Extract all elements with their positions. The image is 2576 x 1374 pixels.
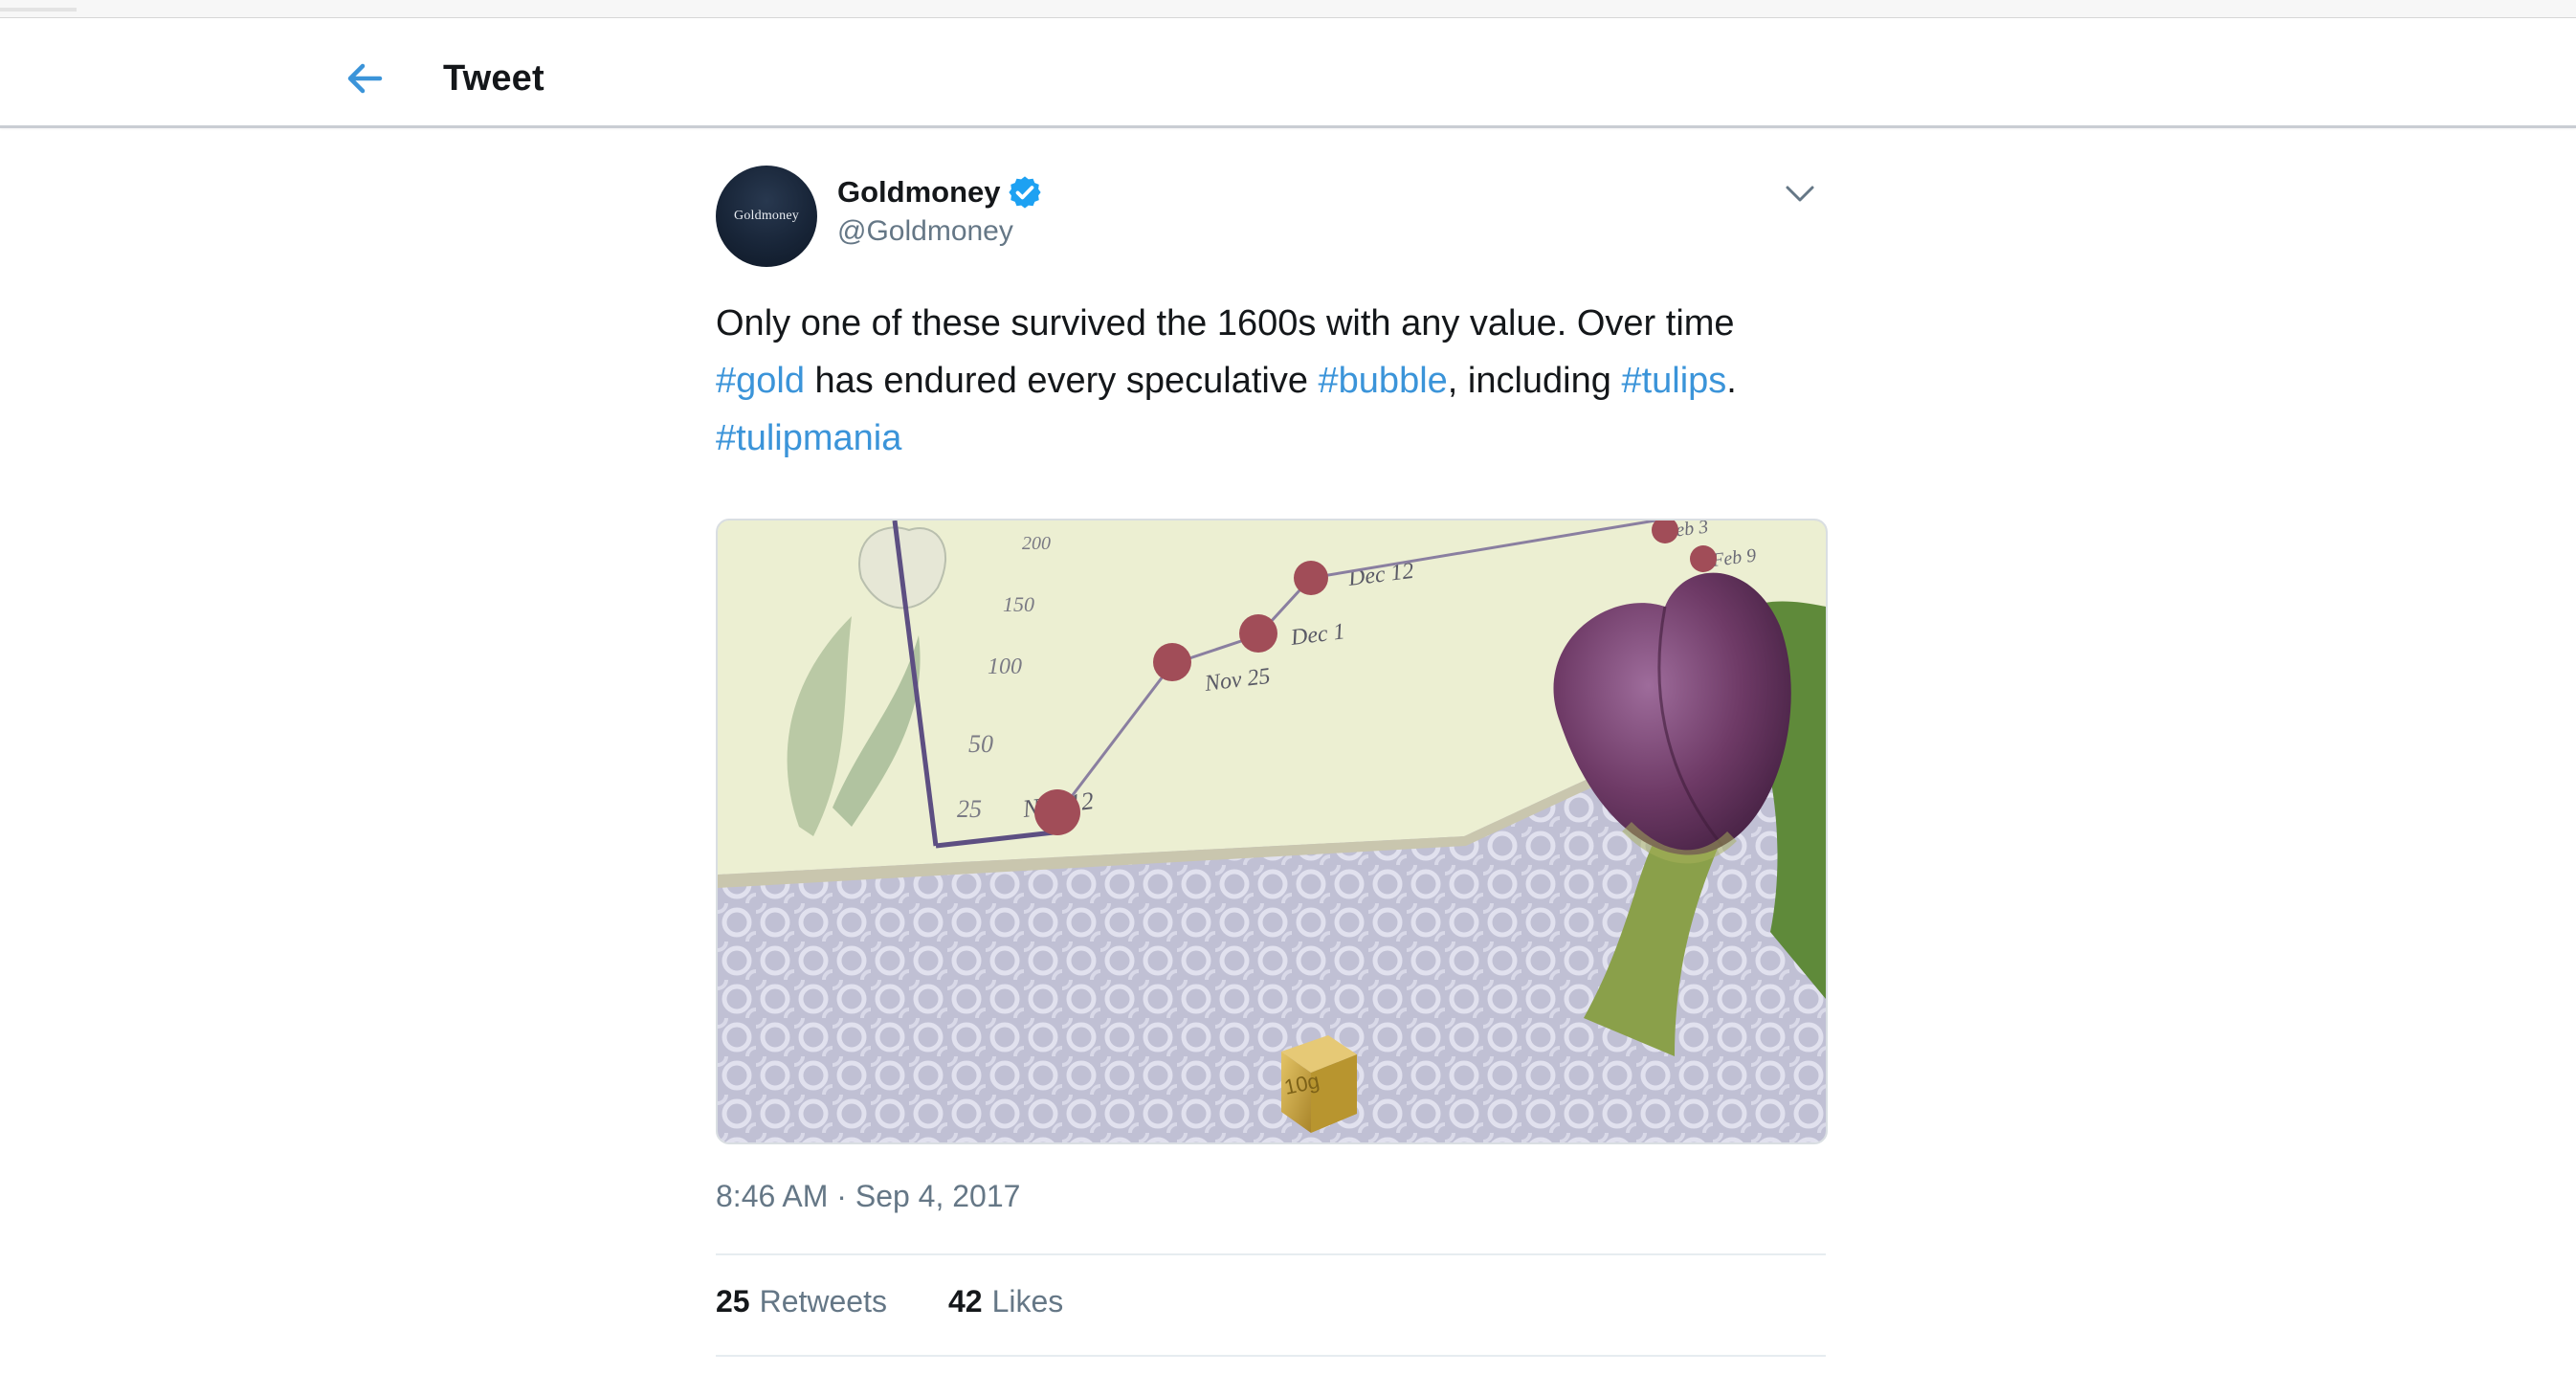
photo-axis-150: 150	[1003, 592, 1034, 616]
avatar[interactable]: Goldmoney	[716, 166, 817, 267]
author-display-name[interactable]: Goldmoney	[837, 175, 1001, 210]
tweet-options-button[interactable]	[1776, 169, 1824, 217]
tweet-stats: 25 Retweets 42 Likes	[716, 1284, 1124, 1319]
hashtag-link[interactable]: #tulips	[1621, 361, 1726, 401]
tweet-text-segment: .	[1726, 361, 1737, 401]
avatar-logo-text: Goldmoney	[734, 209, 799, 223]
retweets-count: 25	[716, 1284, 750, 1319]
page-header: Tweet	[0, 18, 2576, 128]
hashtag-link[interactable]: #tulipmania	[716, 418, 901, 458]
browser-tab[interactable]	[0, 8, 77, 11]
tweet-photo[interactable]: Nov 12 Nov 25 Dec 1 Dec 12 Feb 3 Feb 9 2…	[716, 519, 1828, 1144]
tweet-text: Only one of these survived the 1600s wit…	[716, 295, 1826, 467]
photo-axis-25: 25	[957, 795, 982, 823]
hashtag-link[interactable]: #bubble	[1319, 361, 1448, 401]
photo-axis-100: 100	[988, 654, 1022, 679]
tweet-text-segment: , including	[1447, 361, 1622, 401]
divider	[716, 1253, 1826, 1255]
hashtag-link[interactable]: #gold	[716, 361, 805, 401]
tweet-text-segment: Only one of these survived the 1600s wit…	[716, 303, 1735, 344]
retweets-label: Retweets	[759, 1284, 887, 1319]
tweet-timestamp[interactable]: 8:46 AM · Sep 4, 2017	[716, 1179, 1020, 1214]
tulip-gold-photo: Nov 12 Nov 25 Dec 1 Dec 12 Feb 3 Feb 9 2…	[718, 521, 1826, 1142]
chevron-down-icon	[1786, 186, 1814, 202]
browser-tab-strip	[0, 0, 2576, 18]
photo-axis-200: 200	[1022, 533, 1051, 554]
photo-axis-50: 50	[968, 730, 993, 758]
back-button[interactable]	[335, 49, 394, 108]
page-title: Tweet	[443, 58, 544, 99]
tweet-text-segment: has endured every speculative	[804, 361, 1319, 401]
arrow-left-icon	[347, 63, 383, 94]
likes-label: Likes	[991, 1284, 1064, 1319]
likes-stat[interactable]: 42 Likes	[948, 1284, 1063, 1319]
retweets-stat[interactable]: 25 Retweets	[716, 1284, 887, 1319]
divider	[716, 1355, 1826, 1357]
author-handle[interactable]: @Goldmoney	[837, 215, 1013, 248]
likes-count: 42	[947, 1284, 983, 1319]
author-name-row: Goldmoney	[837, 174, 1043, 211]
verified-badge-icon	[1008, 176, 1041, 209]
